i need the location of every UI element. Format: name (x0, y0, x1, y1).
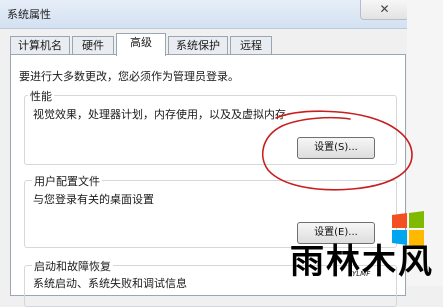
close-icon: ✕ (379, 2, 390, 16)
watermark-logo-subtext: YLMF (352, 270, 371, 278)
performance-settings-button[interactable]: 设置(S)... (297, 137, 375, 159)
admin-note: 要进行大多数更改，您必须作为管理员登录。 (19, 70, 239, 83)
user-profiles-description: 与您登录有关的桌面设置 (33, 193, 154, 206)
tab-computer-name[interactable]: 计算机名 (10, 36, 70, 55)
performance-title: 性能 (28, 88, 54, 104)
window-title: 系统属性 (7, 8, 51, 21)
tab-hardware[interactable]: 硬件 (72, 36, 114, 55)
user-profiles-title: 用户配置文件 (32, 173, 102, 189)
startup-recovery-title: 启动和故障恢复 (32, 258, 113, 274)
startup-recovery-description: 系统启动、系统失败和调试信息 (33, 277, 187, 290)
tab-system-protection[interactable]: 系统保护 (168, 36, 228, 55)
tab-advanced[interactable]: 高级 (116, 33, 166, 56)
performance-description: 视觉效果，处理器计划，内存使用，以及及虚拟内存 (33, 108, 286, 121)
close-button[interactable]: ✕ (360, 0, 409, 20)
tab-remote[interactable]: 远程 (230, 36, 272, 55)
title-bar: 系统属性 ✕ (0, 0, 443, 29)
watermark-logo-text: 雨林木风 (290, 242, 434, 282)
